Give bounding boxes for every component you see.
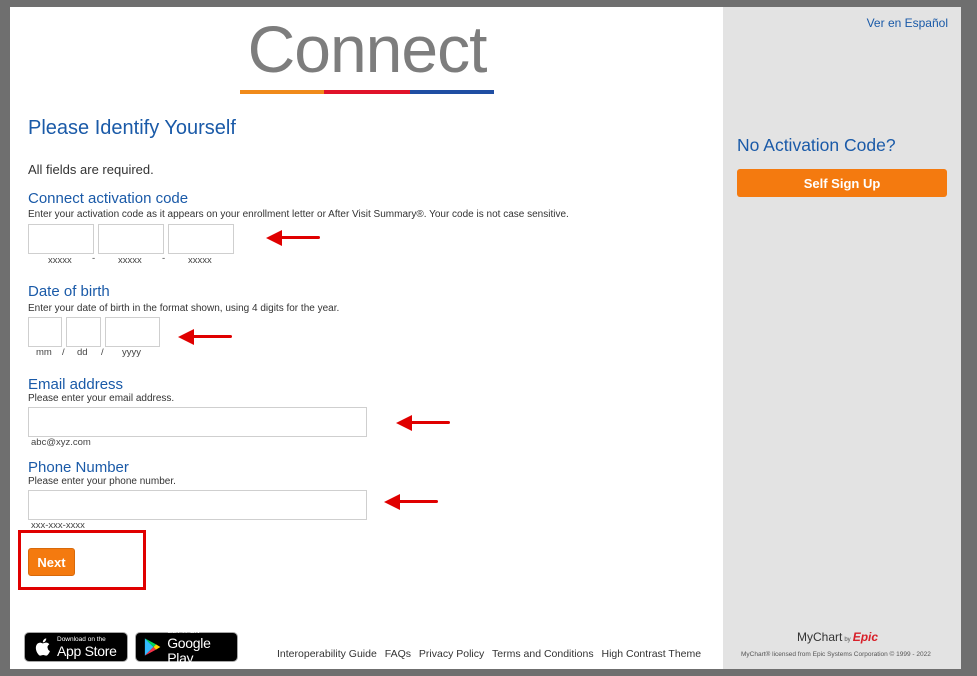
apple-icon — [35, 638, 50, 656]
dob-label: Date of birth — [28, 283, 110, 300]
by-text: by — [844, 637, 851, 643]
logo-text: Connect — [247, 12, 488, 86]
dob-hint-year: yyyy — [122, 347, 141, 358]
activation-hint-2: xxxxx — [118, 255, 142, 266]
dob-help: Enter your date of birth in the format s… — [28, 303, 340, 314]
main-panel: Connect Please Identify Yourself All fie… — [10, 7, 723, 669]
footer-link-privacy[interactable]: Privacy Policy — [419, 648, 484, 660]
footer-link-high-contrast[interactable]: High Contrast Theme — [602, 648, 702, 660]
email-help: Please enter your email address. — [28, 393, 175, 404]
activation-hint-1: xxxxx — [48, 255, 72, 266]
epic-text: Epic — [852, 630, 879, 644]
no-activation-heading: No Activation Code? — [737, 135, 896, 155]
self-sign-up-button[interactable]: Self Sign Up — [737, 169, 947, 197]
required-note: All fields are required. — [28, 162, 154, 177]
dob-hint-month: mm — [36, 347, 52, 358]
mychart-text: MyChart — [797, 630, 843, 644]
sidebar: Ver en Español No Activation Code? Self … — [723, 7, 961, 669]
logo-bar-red — [324, 90, 410, 94]
dob-separator-2: / — [101, 347, 104, 358]
dob-hint-day: dd — [77, 347, 88, 358]
email-arrow — [396, 413, 450, 433]
footer-links: Interoperability Guide FAQs Privacy Poli… — [277, 648, 706, 660]
google-play-big-text: Google Play — [167, 635, 211, 666]
phone-input[interactable] — [28, 490, 367, 520]
activation-code-part2-input[interactable] — [98, 224, 164, 254]
app-store-big-text: App Store — [57, 642, 117, 659]
google-play-icon — [144, 638, 161, 656]
footer-link-terms[interactable]: Terms and Conditions — [492, 648, 594, 660]
email-hint: abc@xyz.com — [31, 437, 91, 448]
mychart-epic-logo: MyChart by Epic — [797, 630, 878, 644]
dob-year-input[interactable] — [105, 317, 160, 347]
google-play-button[interactable]: GET IT ON Google Play — [135, 628, 238, 666]
logo-bar-orange — [240, 90, 324, 94]
footer-link-faqs[interactable]: FAQs — [385, 648, 411, 660]
dob-arrow — [178, 327, 232, 347]
phone-label: Phone Number — [28, 459, 129, 476]
activation-separator-1: - — [92, 253, 96, 264]
app-store-button[interactable]: Download on the App Store — [24, 632, 128, 662]
dob-day-input[interactable] — [66, 317, 101, 347]
activation-code-label: Connect activation code — [28, 190, 189, 207]
dob-separator-1: / — [62, 347, 65, 358]
page-frame: Connect Please Identify Yourself All fie… — [10, 7, 961, 669]
license-text: MyChart® licensed from Epic Systems Corp… — [741, 651, 931, 658]
activation-code-help: Enter your activation code as it appears… — [28, 209, 569, 220]
activation-hint-3: xxxxx — [188, 255, 212, 266]
activation-arrow — [266, 228, 320, 248]
email-input[interactable] — [28, 407, 367, 437]
next-button[interactable]: Next — [28, 548, 75, 576]
spanish-language-link[interactable]: Ver en Español — [867, 16, 948, 30]
phone-help: Please enter your phone number. — [28, 476, 176, 487]
activation-separator-2: - — [162, 253, 166, 264]
activation-code-part3-input[interactable] — [168, 224, 234, 254]
dob-month-input[interactable] — [28, 317, 62, 347]
page-title: Please Identify Yourself — [28, 117, 236, 139]
activation-code-part1-input[interactable] — [28, 224, 94, 254]
footer-link-interoperability[interactable]: Interoperability Guide — [277, 648, 377, 660]
connect-logo: Connect — [238, 12, 496, 97]
email-label: Email address — [28, 376, 124, 393]
logo-bar-blue — [410, 90, 494, 94]
phone-arrow — [384, 492, 438, 512]
